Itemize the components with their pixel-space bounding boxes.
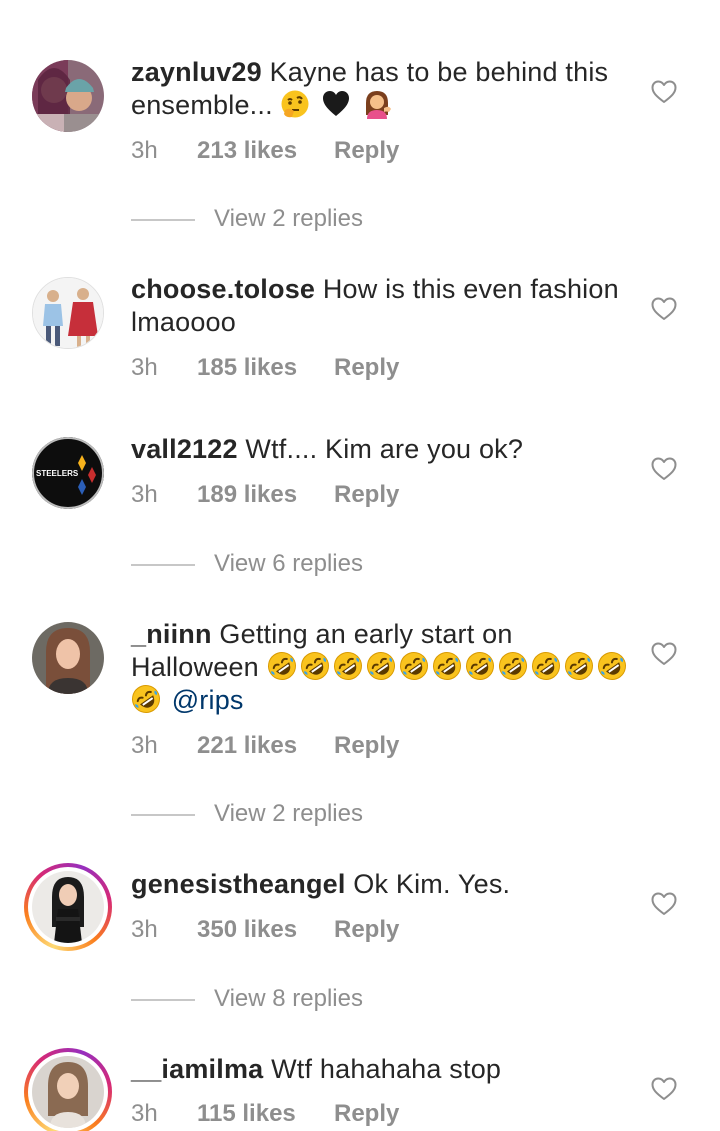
rolling-on-floor-laughing-emoji bbox=[465, 651, 495, 681]
view-replies-button[interactable]: View 2 replies bbox=[131, 205, 363, 233]
comment-body: Ok Kim. Yes. bbox=[353, 869, 511, 899]
divider-line bbox=[131, 563, 195, 566]
comment-meta: 3h 213 likes Reply bbox=[131, 137, 399, 165]
avatar[interactable] bbox=[32, 277, 104, 349]
heart-icon[interactable] bbox=[651, 892, 677, 916]
reply-button[interactable]: Reply bbox=[334, 732, 399, 760]
avatar[interactable] bbox=[32, 60, 104, 132]
comment-meta: 3h 221 likes Reply bbox=[131, 732, 399, 760]
avatar-photo bbox=[32, 1056, 104, 1128]
view-replies-button[interactable]: View 6 replies bbox=[131, 550, 363, 578]
comment-text: choose.tolose How is this even fashion l… bbox=[131, 273, 631, 339]
avatar-story-ring[interactable] bbox=[24, 1048, 112, 1131]
avatar-steelers-text: STEELERS bbox=[36, 469, 79, 478]
comment-text: _niinn Getting an early start on Hallowe… bbox=[131, 618, 631, 717]
heart-icon[interactable] bbox=[651, 457, 677, 481]
comment-meta: 3h 185 likes Reply bbox=[131, 354, 399, 382]
comment-meta: 3h 115 likes Reply bbox=[131, 1100, 399, 1128]
reply-button[interactable]: Reply bbox=[334, 354, 399, 382]
rolling-on-floor-laughing-emoji bbox=[333, 651, 363, 681]
view-replies-button[interactable]: View 2 replies bbox=[131, 800, 363, 828]
avatar[interactable]: STEELERS bbox=[32, 437, 104, 509]
heart-icon[interactable] bbox=[651, 80, 677, 104]
view-replies-button[interactable]: View 8 replies bbox=[131, 985, 363, 1013]
view-replies-label: View 2 replies bbox=[214, 800, 363, 827]
rolling-on-floor-laughing-emoji bbox=[267, 651, 297, 681]
heart-icon[interactable] bbox=[651, 297, 677, 321]
rolling-on-floor-laughing-emoji bbox=[399, 651, 429, 681]
comment-username[interactable]: vall2122 bbox=[131, 434, 238, 464]
reply-button[interactable]: Reply bbox=[334, 137, 399, 165]
rolling-on-floor-laughing-emoji bbox=[597, 651, 627, 681]
heart-icon[interactable] bbox=[651, 642, 677, 666]
comment-meta: 3h 189 likes Reply bbox=[131, 481, 399, 509]
view-replies-label: View 2 replies bbox=[214, 205, 363, 232]
comment-likes[interactable]: 221 likes bbox=[197, 732, 334, 760]
comment-likes[interactable]: 213 likes bbox=[197, 137, 334, 165]
comment-username[interactable]: _niinn bbox=[131, 619, 212, 649]
comment-text: zaynluv29 Kayne has to be behind this en… bbox=[131, 56, 631, 122]
comment-username[interactable]: zaynluv29 bbox=[131, 57, 262, 87]
comment-username[interactable]: genesistheangel bbox=[131, 869, 346, 899]
avatar bbox=[28, 867, 108, 947]
comment-likes[interactable]: 189 likes bbox=[197, 481, 334, 509]
avatar[interactable] bbox=[32, 622, 104, 694]
view-replies-label: View 6 replies bbox=[214, 550, 363, 577]
comment-text: __iamilma Wtf hahahaha stop bbox=[131, 1053, 631, 1086]
rolling-on-floor-laughing-emoji bbox=[432, 651, 462, 681]
mention-link[interactable]: @rips bbox=[172, 685, 244, 715]
avatar-story-ring[interactable] bbox=[24, 863, 112, 951]
comment-body: Wtf hahahaha stop bbox=[271, 1054, 502, 1084]
comment-username[interactable]: __iamilma bbox=[131, 1054, 263, 1084]
comment-likes[interactable]: 115 likes bbox=[197, 1100, 334, 1128]
reply-button[interactable]: Reply bbox=[334, 481, 399, 509]
person-tipping-hand-emoji bbox=[365, 91, 391, 119]
comment-time: 3h bbox=[131, 137, 158, 164]
view-replies-label: View 8 replies bbox=[214, 985, 363, 1012]
avatar-photo bbox=[32, 871, 104, 943]
comment-time: 3h bbox=[131, 481, 158, 508]
rolling-on-floor-laughing-emoji bbox=[366, 651, 396, 681]
rolling-on-floor-laughing-emoji bbox=[131, 684, 161, 714]
rolling-on-floor-laughing-emoji bbox=[498, 651, 528, 681]
comment-time: 3h bbox=[131, 354, 158, 381]
comment-time: 3h bbox=[131, 916, 158, 943]
thinking-face-emoji bbox=[281, 90, 309, 118]
avatar bbox=[28, 1052, 108, 1131]
comment-time: 3h bbox=[131, 1100, 158, 1127]
comment-body: Wtf.... Kim are you ok? bbox=[245, 434, 524, 464]
black-heart-emoji bbox=[323, 91, 350, 116]
divider-line bbox=[131, 218, 195, 221]
comment-time: 3h bbox=[131, 732, 158, 759]
reply-button[interactable]: Reply bbox=[334, 1100, 399, 1128]
comment-text: vall2122 Wtf.... Kim are you ok? bbox=[131, 433, 631, 466]
heart-icon[interactable] bbox=[651, 1077, 677, 1101]
comment-text: genesistheangel Ok Kim. Yes. bbox=[131, 868, 631, 901]
comment-likes[interactable]: 350 likes bbox=[197, 916, 334, 944]
divider-line bbox=[131, 998, 195, 1001]
reply-button[interactable]: Reply bbox=[334, 916, 399, 944]
comments-screen: zaynluv29 Kayne has to be behind this en… bbox=[0, 0, 720, 1131]
comment-meta: 3h 350 likes Reply bbox=[131, 916, 399, 944]
comment-likes[interactable]: 185 likes bbox=[197, 354, 334, 382]
rolling-on-floor-laughing-emoji bbox=[300, 651, 330, 681]
divider-line bbox=[131, 813, 195, 816]
rolling-on-floor-laughing-emoji bbox=[564, 651, 594, 681]
comment-username[interactable]: choose.tolose bbox=[131, 274, 315, 304]
rolling-on-floor-laughing-emoji bbox=[531, 651, 561, 681]
